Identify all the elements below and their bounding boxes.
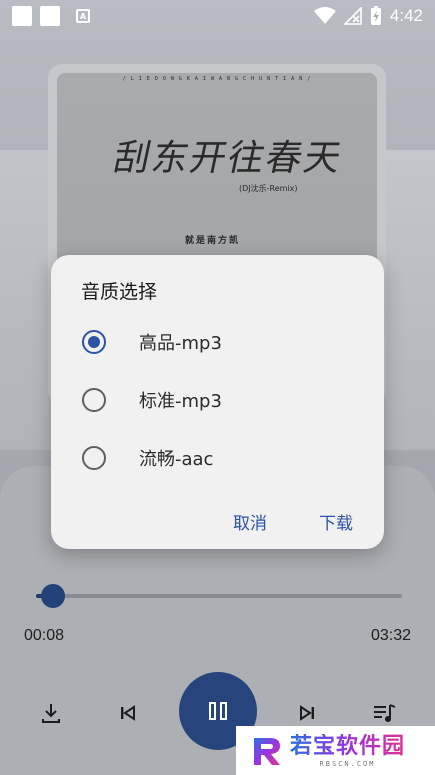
pause-icon [209, 702, 227, 720]
time-total: 03:32 [370, 627, 411, 644]
option-high-mp3[interactable]: 高品-mp3 [51, 316, 384, 368]
accessibility-a-icon: A [76, 9, 90, 23]
watermark-logo-icon [254, 737, 280, 765]
radio-button[interactable] [82, 330, 106, 354]
radio-button[interactable] [82, 446, 106, 470]
previous-icon [121, 705, 135, 721]
album-title-calligraphy: 刮东开往春天 [109, 138, 347, 179]
playlist-button[interactable] [370, 698, 400, 728]
progress-track[interactable] [36, 594, 402, 598]
status-bar: A 4:42 [0, 0, 435, 32]
progress-handle[interactable] [40, 584, 65, 608]
wifi-icon [313, 7, 336, 24]
option-label: 流畅-aac [139, 449, 214, 470]
status-time: 4:42 [389, 6, 423, 25]
download-button[interactable] [36, 698, 66, 728]
playlist-icon [374, 704, 396, 722]
album-artist: 就是南方凯 [185, 236, 241, 246]
battery-charging-icon [370, 6, 381, 25]
quality-select-dialog: 音质选择 高品-mp3 标准-mp3 流畅-aac 取消 下载 [51, 255, 384, 549]
download-confirm-button[interactable]: 下载 [313, 505, 359, 538]
option-standard-mp3[interactable]: 标准-mp3 [51, 374, 384, 426]
cancel-button[interactable]: 取消 [227, 505, 273, 538]
previous-button[interactable] [113, 698, 143, 728]
notification-square-icon [40, 6, 60, 26]
option-label: 高品-mp3 [139, 333, 222, 354]
next-button[interactable] [292, 698, 322, 728]
album-subtitle: (DJ沈乐-Remix) [239, 184, 298, 193]
option-smooth-aac[interactable]: 流畅-aac [51, 432, 384, 484]
option-label: 标准-mp3 [139, 391, 222, 412]
watermark: 若宝软件园 RBSCN.COM [236, 726, 435, 775]
watermark-text: 若宝软件园 [290, 733, 406, 759]
time-current: 00:08 [24, 627, 65, 644]
download-icon [42, 704, 60, 723]
radio-button[interactable] [82, 388, 106, 412]
watermark-subtext: RBSCN.COM [319, 759, 376, 768]
no-signal-icon [343, 7, 362, 25]
notification-square-icon [12, 6, 32, 26]
album-header-strip: / L I E D O N G K A I W A N G C H U N T … [122, 76, 312, 82]
dialog-title: 音质选择 [81, 281, 158, 303]
next-icon [300, 705, 314, 721]
